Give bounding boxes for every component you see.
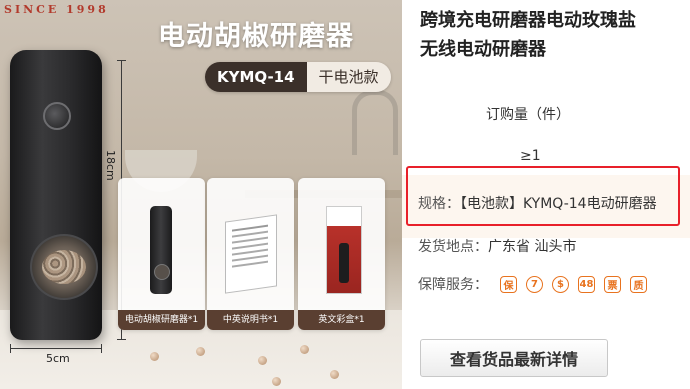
- view-latest-details-button[interactable]: 查看货品最新详情: [420, 339, 608, 377]
- background-faucet: [352, 90, 398, 155]
- box-thumbnail: [326, 206, 362, 294]
- quality-icon[interactable]: 质: [630, 275, 647, 293]
- peppercorn: [330, 370, 339, 379]
- product-main-image[interactable]: SINCE 1998 电动胡椒研磨器 KYMQ-14 干电池款 18cm 5cm…: [0, 0, 402, 389]
- service-guarantee-label: 保障服务：: [418, 277, 488, 293]
- peppercorn: [272, 377, 281, 386]
- grinder-thumbnail: [150, 206, 172, 294]
- model-type: 干电池款: [306, 62, 391, 92]
- guarantee-icon[interactable]: 保: [500, 275, 517, 293]
- peppercorn: [258, 356, 267, 365]
- package-item-grinder: 电动胡椒研磨器*1: [118, 178, 205, 330]
- shipping-location-label: 发货地点：: [418, 239, 488, 255]
- product-info-panel: 跨境充电研磨器电动玫瑰盐 无线电动研磨器 订购量（件） ≥1 规格：【电池款】K…: [402, 0, 690, 389]
- 48h-ship-icon[interactable]: 48: [578, 275, 595, 293]
- width-dimension-line: [10, 344, 102, 353]
- shipping-location-row: 发货地点：广东省 汕头市: [418, 236, 576, 256]
- product-title: 跨境充电研磨器电动玫瑰盐 无线电动研磨器: [420, 10, 636, 60]
- manual-thumbnail: [225, 214, 277, 294]
- spec-highlight-box: [406, 166, 680, 226]
- brand-tag: SINCE 1998: [4, 3, 109, 16]
- package-item-label: 中英说明书*1: [207, 310, 294, 330]
- package-item-label: 英文彩盒*1: [298, 310, 385, 330]
- peppercorn: [196, 347, 205, 356]
- model-pill: KYMQ-14 干电池款: [205, 62, 391, 92]
- product-heading: 电动胡椒研磨器: [158, 21, 354, 52]
- invoice-icon[interactable]: 票: [604, 275, 621, 293]
- width-dimension-label: 5cm: [46, 352, 70, 365]
- order-quantity-label: 订购量（件）: [486, 107, 570, 123]
- height-dimension-label: 18cm: [104, 150, 117, 181]
- model-number: KYMQ-14: [205, 62, 307, 92]
- grinder-window: [30, 234, 98, 300]
- package-item-label: 电动胡椒研磨器*1: [118, 310, 205, 330]
- peppercorn: [300, 345, 309, 354]
- order-quantity-value: ≥1: [520, 148, 541, 164]
- grinder-power-button: [43, 102, 71, 130]
- fast-ship-icon[interactable]: $: [552, 275, 569, 293]
- package-item-manual: 中英说明书*1: [207, 178, 294, 330]
- service-guarantee-row: 保障服务： 保 7 $ 48 票 质: [418, 274, 656, 294]
- peppercorn: [150, 352, 159, 361]
- seven-day-return-icon[interactable]: 7: [526, 275, 543, 293]
- pepper-grinder: [10, 50, 102, 340]
- shipping-location-value: 广东省 汕头市: [488, 239, 577, 255]
- package-item-box: 英文彩盒*1: [298, 178, 385, 330]
